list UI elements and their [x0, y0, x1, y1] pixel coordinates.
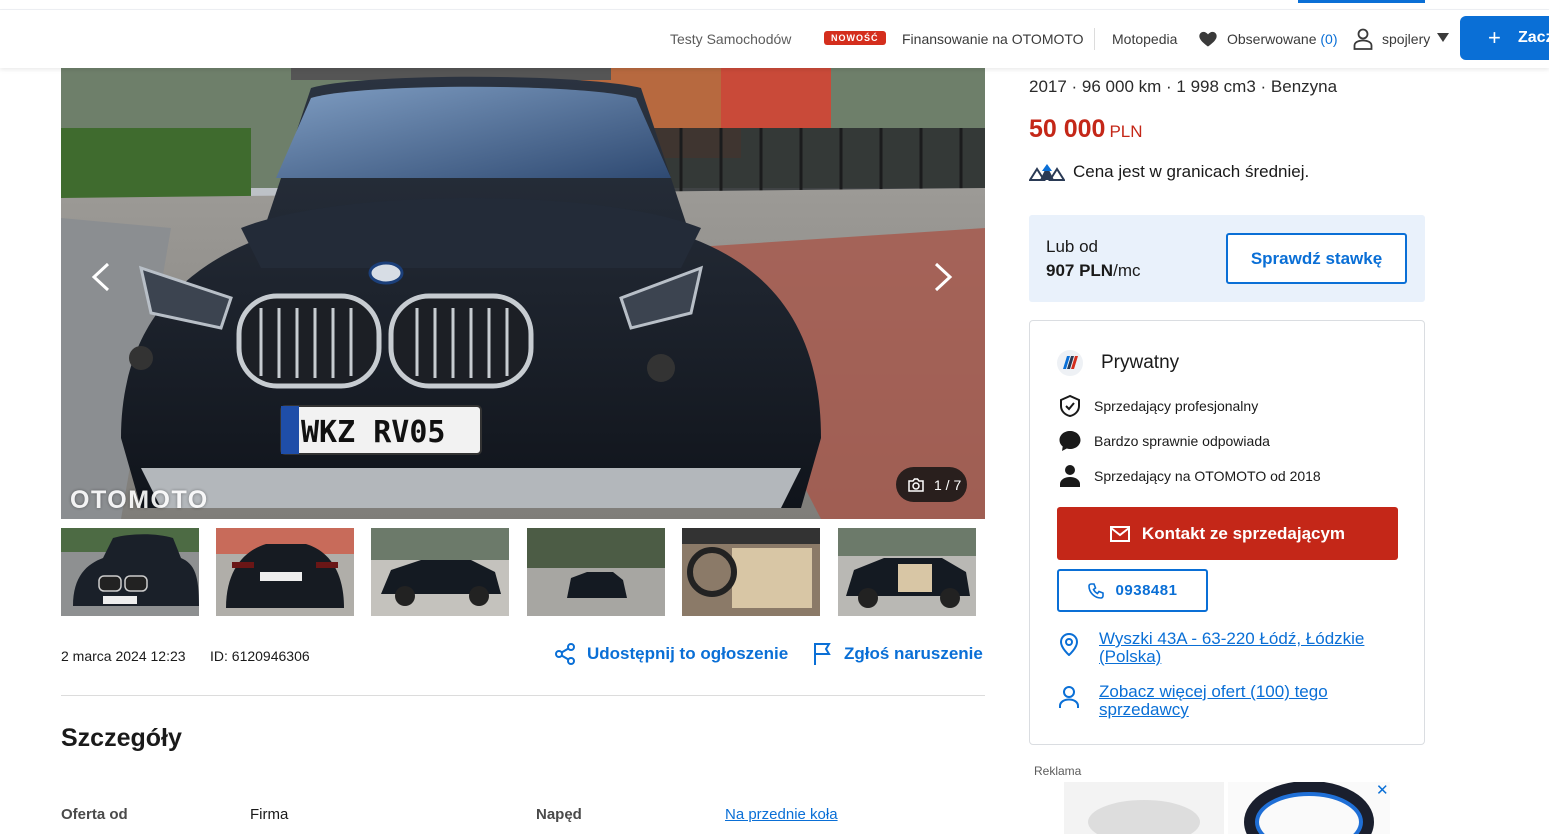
obserwowane-label: Obserwowane [1227, 31, 1317, 47]
chevron-right-icon[interactable] [932, 262, 954, 292]
chat-bubble-icon [1059, 431, 1081, 451]
share-link[interactable]: Udostępnij to ogłoszenie [553, 642, 788, 666]
thumbnail[interactable] [838, 528, 976, 616]
thumbnail[interactable] [527, 528, 665, 616]
finance-box: Lub od 907 PLN/mc Sprawdź stawkę [1029, 215, 1425, 302]
divider [61, 695, 985, 696]
nav-link-obserwowane[interactable]: Obserwowane (0) [1227, 31, 1338, 47]
person-outline-icon [1059, 686, 1079, 708]
report-link[interactable]: Zgłoś naruszenie [812, 642, 983, 666]
price-indicator-icon [1029, 164, 1065, 181]
thumbnail[interactable] [216, 528, 354, 616]
photo-counter[interactable]: 1 / 7 [896, 467, 967, 502]
chevron-left-icon[interactable] [90, 262, 112, 292]
nav-link-testy[interactable]: Testy Samochodów [670, 31, 791, 47]
plus-icon: + [1488, 25, 1501, 50]
seller-box: Prywatny Sprzedający profesjonalny Bardz… [1029, 320, 1425, 745]
thumbnail[interactable] [682, 528, 820, 616]
detail-label-oferta-od: Oferta od [61, 806, 128, 823]
listing-summary: 2017 · 96 000 km · 1 998 cm3 · Benzyna [1029, 77, 1338, 96]
seller-type: Prywatny [1101, 352, 1180, 373]
listing-meta: 2 marca 2024 12:23 ID: 6120946306 Udostę… [61, 643, 985, 668]
check-rate-button[interactable]: Sprawdź stawkę [1226, 233, 1407, 284]
details-heading: Szczegóły [61, 724, 182, 752]
show-phone-button[interactable]: 0938481 [1057, 569, 1208, 612]
detail-value-oferta-od: Firma [250, 806, 289, 823]
price-currency: PLN [1109, 122, 1143, 141]
mail-icon [1109, 525, 1130, 542]
report-label: Zgłoś naruszenie [844, 644, 983, 663]
contact-seller-label: Kontakt ze sprzedającym [1141, 523, 1346, 543]
price: 50 000 PLN [1029, 115, 1143, 144]
camera-icon [908, 477, 924, 492]
share-icon [555, 643, 575, 665]
seller-feature: Bardzo sprawnie odpowiada [1058, 429, 1270, 453]
close-icon[interactable]: ✕ [1376, 781, 1389, 799]
contact-seller-button[interactable]: Kontakt ze sprzedającym [1057, 507, 1398, 560]
listing-id: ID: 6120946306 [210, 648, 310, 664]
thumbnail[interactable] [61, 528, 199, 616]
finance-label: Lub od [1046, 237, 1098, 256]
seller-feature: Sprzedający profesjonalny [1058, 394, 1258, 418]
thumbnail[interactable] [371, 528, 509, 616]
finance-period: /mc [1113, 261, 1141, 280]
share-label: Udostępnij to ogłoszenie [587, 644, 789, 663]
detail-value-naped[interactable]: Na przednie koła [725, 806, 838, 823]
advertisement[interactable] [1064, 781, 1390, 839]
new-badge: NOWOŚĆ [824, 31, 886, 45]
listing-date: 2 marca 2024 12:23 [61, 648, 186, 664]
more-offers[interactable]: Zobacz więcej ofert (100) tego sprzedawc… [1058, 683, 1389, 719]
active-tab-indicator [1298, 0, 1425, 3]
ad-label: Reklama [1034, 764, 1082, 778]
seller-location-link[interactable]: Wyszki 43A - 63-220 Łódź, Łódzkie (Polsk… [1099, 630, 1389, 666]
more-offers-link[interactable]: Zobacz więcej ofert (100) tego sprzedawc… [1099, 683, 1389, 719]
user-menu-label[interactable]: spojlery [1382, 31, 1430, 47]
main-photo[interactable]: WKZ RV05 [61, 68, 985, 519]
person-icon [1060, 465, 1080, 487]
phone-number: 0938481 [1115, 582, 1178, 599]
seller-feature-label: Sprzedający profesjonalny [1094, 398, 1259, 414]
finance-value: 907 PLN/mc [1046, 261, 1140, 281]
price-evaluation: Cena jest w granicach średniej. [1029, 162, 1309, 182]
nav-link-finansowanie[interactable]: Finansowanie na OTOMOTO [902, 31, 1084, 47]
flag-icon [814, 643, 831, 665]
shield-check-icon [1060, 394, 1080, 418]
add-listing-label: Zacz [1518, 29, 1549, 46]
detail-label-naped: Napęd [536, 806, 582, 823]
seller-feature-label: Sprzedający na OTOMOTO od 2018 [1094, 468, 1321, 484]
seller-feature-label: Bardzo sprawnie odpowiada [1094, 433, 1270, 449]
add-listing-button[interactable]: + Zacz [1460, 16, 1549, 60]
nav-separator [1094, 28, 1095, 50]
price-amount: 50 000 [1029, 115, 1106, 143]
photo-watermark: OTOMOTO [70, 486, 209, 514]
obserwowane-count: (0) [1320, 31, 1338, 47]
location-pin-icon [1059, 632, 1079, 656]
ad-image [1064, 781, 1390, 839]
nav-link-motopedia[interactable]: Motopedia [1112, 31, 1177, 47]
heart-icon[interactable] [1198, 29, 1218, 49]
seller-feature: Sprzedający na OTOMOTO od 2018 [1058, 464, 1321, 488]
top-strip [0, 0, 1549, 10]
phone-icon [1087, 582, 1104, 599]
photo-counter-label: 1 / 7 [934, 476, 962, 493]
seller-location[interactable]: Wyszki 43A - 63-220 Łódź, Łódzkie (Polsk… [1058, 630, 1389, 666]
price-evaluation-label: Cena jest w granicach średniej. [1073, 162, 1310, 181]
car-photo-illustration: WKZ RV05 [61, 68, 985, 519]
svg-text:WKZ RV05: WKZ RV05 [301, 415, 446, 450]
user-icon[interactable] [1353, 28, 1373, 50]
finance-amount: 907 PLN [1046, 261, 1114, 280]
chevron-down-icon[interactable] [1437, 33, 1449, 42]
seller-logo-icon [1057, 350, 1083, 376]
top-navigation: Testy Samochodów NOWOŚĆ Finansowanie na … [0, 10, 1549, 68]
